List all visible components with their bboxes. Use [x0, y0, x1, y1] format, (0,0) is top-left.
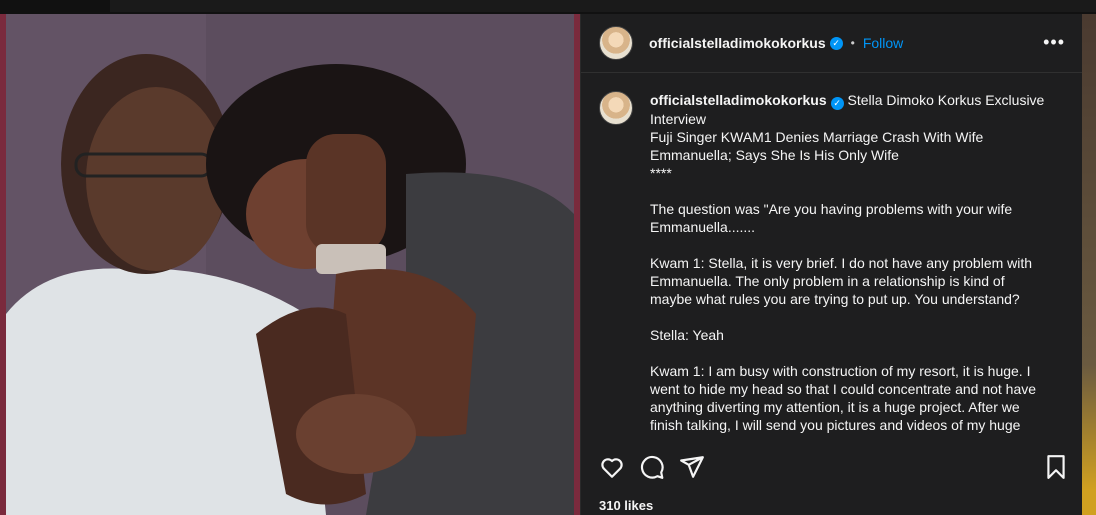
comment-icon[interactable]: [639, 454, 665, 480]
post-side-panel: officialstelladimokokorkus ✓ • Follow ••…: [580, 14, 1083, 515]
background-edge-stripe: [1082, 14, 1096, 515]
post-author-username[interactable]: officialstelladimokokorkus: [649, 35, 826, 51]
bookmark-icon[interactable]: [1043, 454, 1069, 480]
top-strip-segment: [110, 0, 1096, 12]
post-actions-bar: [581, 444, 1083, 484]
verified-badge-icon: ✓: [830, 97, 844, 110]
share-icon[interactable]: [679, 454, 705, 480]
caption-username[interactable]: officialstelladimokokorkus: [650, 92, 827, 108]
post-header: officialstelladimokokorkus ✓ • Follow ••…: [581, 14, 1083, 73]
caption-body: Fuji Singer KWAM1 Denies Marriage Crash …: [650, 129, 1037, 433]
caption-scroll-area[interactable]: officialstelladimokokorkus ✓ Stella Dimok…: [581, 73, 1083, 444]
avatar[interactable]: [599, 26, 633, 60]
follow-button[interactable]: Follow: [863, 35, 903, 51]
background-post-edge: [1082, 14, 1096, 515]
couple-photo: [6, 14, 574, 515]
more-options-icon[interactable]: •••: [1043, 33, 1065, 51]
caption-avatar[interactable]: [599, 91, 633, 125]
caption-text: officialstelladimokokorkus ✓ Stella Dimok…: [650, 91, 1050, 434]
verified-badge-icon: ✓: [829, 36, 843, 50]
browser-top-strip: [0, 0, 1096, 14]
separator-dot: •: [850, 36, 855, 50]
heart-icon[interactable]: [599, 454, 625, 480]
likes-count[interactable]: 310 likes: [599, 498, 653, 513]
post-media-image[interactable]: [0, 14, 580, 515]
